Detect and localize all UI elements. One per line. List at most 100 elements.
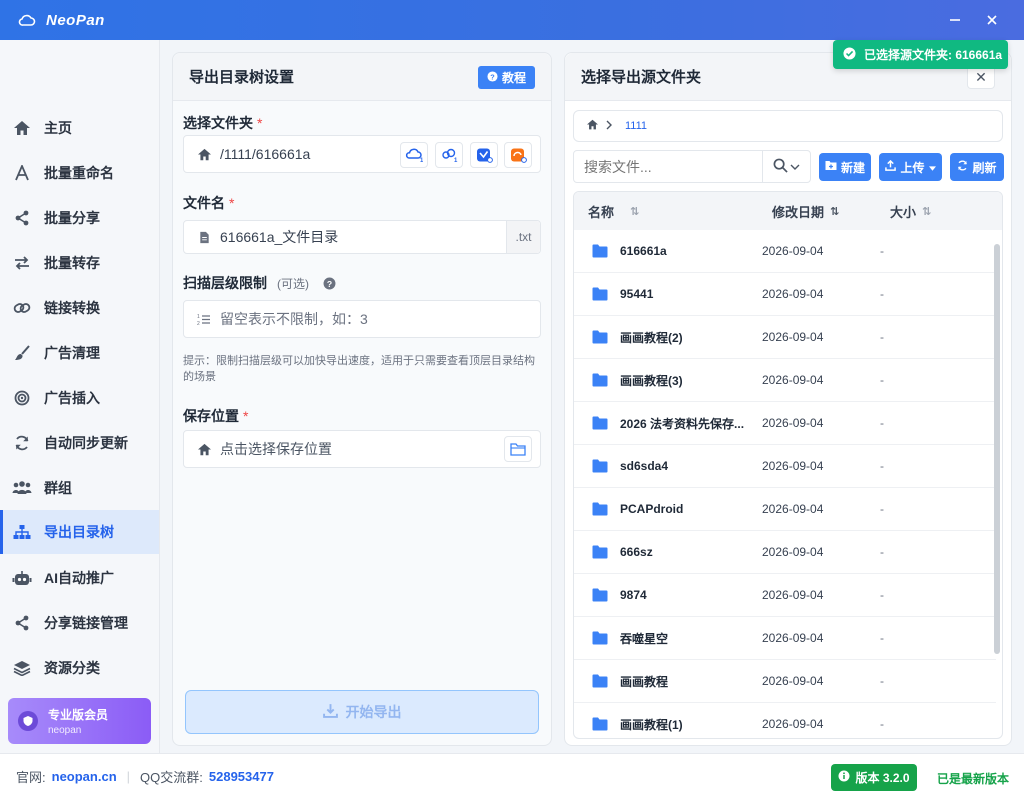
- file-size: -: [880, 502, 884, 516]
- sidebar-item-batch-rename[interactable]: 批量重命名: [0, 151, 159, 195]
- sidebar-item-label: 链接转换: [44, 300, 100, 316]
- sidebar-item-resource-category[interactable]: 资源分类: [0, 646, 159, 690]
- new-label: 新建: [840, 160, 865, 175]
- sidebar-item-ad-clean[interactable]: 广告清理: [0, 331, 159, 375]
- list-ordered-icon: 12: [196, 311, 212, 327]
- file-size: -: [880, 459, 884, 473]
- file-date: 2026-09-04: [762, 459, 824, 473]
- file-date: 2026-09-04: [762, 287, 824, 301]
- home-icon[interactable]: [586, 119, 599, 133]
- help-icon[interactable]: ?: [323, 277, 336, 293]
- table-row[interactable]: 666sz 2026-09-04 -: [574, 531, 996, 574]
- refresh-button[interactable]: 刷新: [950, 153, 1004, 181]
- search-button[interactable]: [762, 151, 810, 182]
- cloud-sync-icon[interactable]: 1: [435, 142, 463, 168]
- app-title: NeoPan: [46, 11, 105, 29]
- sidebar-item-home[interactable]: 主页: [0, 106, 159, 150]
- file-date: 2026-09-04: [762, 588, 824, 602]
- table-row[interactable]: 吞噬星空 2026-09-04 -: [574, 617, 996, 660]
- sidebar-item-auto-sync[interactable]: 自动同步更新: [0, 421, 159, 465]
- filename-input[interactable]: 616661a_文件目录 .txt: [183, 220, 541, 254]
- table-header: 名称 ⇅ 修改日期 ⇅ 大小 ⇅: [574, 192, 1002, 230]
- robot-icon: [12, 568, 32, 588]
- table-row[interactable]: 2026 法考资料先保存... 2026-09-04 -: [574, 402, 996, 445]
- upload-icon: [885, 159, 897, 174]
- filename-suffix: .txt: [506, 221, 540, 253]
- file-size: -: [880, 330, 884, 344]
- uc-drive-icon[interactable]: [504, 142, 532, 168]
- qq-group-link[interactable]: 528953477: [209, 769, 274, 784]
- sidebar-item-label: 资源分类: [44, 660, 100, 676]
- file-name: 9874: [620, 588, 647, 602]
- site-link[interactable]: neopan.cn: [52, 769, 117, 784]
- sidebar-item-groups[interactable]: 群组: [0, 466, 159, 510]
- search-input[interactable]: [574, 151, 762, 182]
- table-row[interactable]: 画画教程 2026-09-04 -: [574, 660, 996, 703]
- sidebar-item-ad-insert[interactable]: 广告插入: [0, 376, 159, 420]
- sidebar-item-share-link-manage[interactable]: 分享链接管理: [0, 601, 159, 645]
- sidebar-item-link-convert[interactable]: 链接转换: [0, 286, 159, 330]
- folder-icon: [592, 416, 608, 430]
- file-date: 2026-09-04: [762, 717, 824, 731]
- scrollbar-thumb[interactable]: [994, 244, 1000, 654]
- tutorial-button[interactable]: ? 教程: [478, 66, 535, 89]
- download-icon: [322, 703, 338, 721]
- start-export-label: 开始导出: [345, 704, 402, 720]
- column-header-size[interactable]: 大小 ⇅: [890, 202, 931, 221]
- table-row[interactable]: 画画教程(3) 2026-09-04 -: [574, 359, 996, 402]
- success-toast: 已选择源文件夹: 616661a: [833, 40, 1008, 69]
- quark-drive-icon[interactable]: [470, 142, 498, 168]
- layers-icon: [12, 658, 32, 678]
- file-name: 616661a: [620, 244, 667, 258]
- file-size: -: [880, 674, 884, 688]
- save-location-field[interactable]: 点击选择保存位置: [183, 430, 541, 468]
- column-header-name[interactable]: 名称 ⇅: [588, 202, 639, 221]
- file-date: 2026-09-04: [762, 244, 824, 258]
- svg-text:1: 1: [420, 158, 423, 163]
- refresh-icon: [957, 160, 968, 174]
- table-row[interactable]: PCAPdroid 2026-09-04 -: [574, 488, 996, 531]
- table-row[interactable]: 画画教程(2) 2026-09-04 -: [574, 316, 996, 359]
- file-size: -: [880, 287, 884, 301]
- column-header-date[interactable]: 修改日期 ⇅: [772, 202, 839, 221]
- file-name: sd6sda4: [620, 459, 669, 473]
- search-box: [573, 150, 811, 183]
- table-row[interactable]: 95441 2026-09-04 -: [574, 273, 996, 316]
- filename-value: 616661a_文件目录: [220, 229, 339, 245]
- folder-label: 选择文件夹 *: [183, 115, 263, 131]
- panel-title: 选择导出源文件夹: [581, 69, 702, 86]
- file-date: 2026-09-04: [762, 330, 824, 344]
- caret-down-icon: [928, 160, 936, 174]
- upload-label: 上传: [900, 160, 925, 175]
- folder-icon: [592, 588, 608, 602]
- version-badge[interactable]: 版本 3.2.0: [831, 764, 917, 791]
- file-date: 2026-09-04: [762, 545, 824, 559]
- file-name: 2026 法考资料先保存...: [620, 416, 745, 431]
- minimize-icon[interactable]: [945, 10, 965, 30]
- sidebar-item-batch-transfer[interactable]: 批量转存: [0, 241, 159, 285]
- sidebar-item-ai-promo[interactable]: AI自动推广: [0, 556, 159, 600]
- divider: |: [126, 769, 131, 784]
- pro-member-card[interactable]: 专业版会员 neopan: [8, 698, 151, 744]
- table-row[interactable]: sd6sda4 2026-09-04 -: [574, 445, 996, 488]
- scan-level-input[interactable]: 12 留空表示不限制，如：3: [183, 300, 541, 338]
- folder-path-field[interactable]: /1111/616661a 1 1: [183, 135, 541, 173]
- site-label: 官网:: [16, 770, 46, 785]
- table-row[interactable]: 画画教程(1) 2026-09-04 -: [574, 703, 996, 738]
- close-window-icon[interactable]: [982, 10, 1002, 30]
- start-export-button[interactable]: 开始导出: [185, 690, 539, 734]
- upload-button[interactable]: 上传: [879, 153, 942, 181]
- table-row[interactable]: 616661a 2026-09-04 -: [574, 230, 996, 273]
- sidebar-item-export-tree[interactable]: 导出目录树: [0, 510, 159, 554]
- sidebar-item-label: 批量转存: [44, 255, 100, 271]
- folder-icon: [592, 459, 608, 473]
- sidebar-item-batch-share[interactable]: 批量分享: [0, 196, 159, 240]
- cloud-upload-icon[interactable]: 1: [400, 142, 428, 168]
- folder-open-icon[interactable]: [504, 436, 532, 462]
- sidebar-item-label: 广告插入: [44, 390, 100, 406]
- table-row[interactable]: 9874 2026-09-04 -: [574, 574, 996, 617]
- new-folder-button[interactable]: 新建: [819, 153, 871, 181]
- folder-icon: [592, 244, 608, 258]
- breadcrumb-item[interactable]: 1111: [625, 120, 647, 132]
- required-mark: *: [229, 195, 235, 211]
